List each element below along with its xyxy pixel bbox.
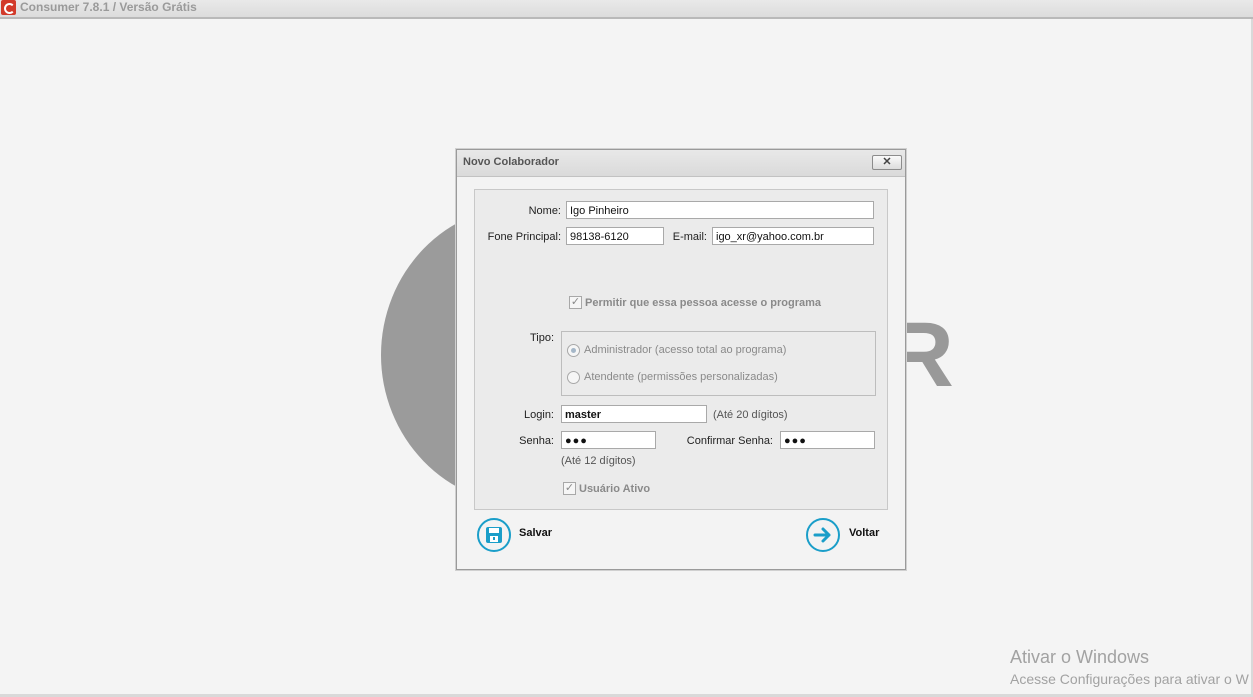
salvar-label: Salvar	[519, 527, 553, 539]
nome-input[interactable]: Igo Pinheiro	[566, 201, 874, 219]
dialog-titlebar: Novo Colaborador ✕	[457, 150, 905, 177]
login-label: Login:	[524, 409, 554, 421]
arrow-right-icon	[806, 518, 840, 552]
voltar-label: Voltar	[849, 527, 880, 539]
confirmar-senha-input[interactable]: ●●●	[780, 431, 875, 449]
senha-input[interactable]: ●●●	[561, 431, 656, 449]
administrador-radio[interactable]	[567, 344, 580, 357]
usuario-ativo-label: Usuário Ativo	[579, 483, 651, 495]
app-logo-icon	[1, 0, 16, 15]
voltar-button[interactable]: Voltar	[806, 518, 896, 552]
app-title: Consumer 7.8.1 / Versão Grátis	[20, 0, 197, 14]
nome-label: Nome:	[528, 205, 561, 217]
windows-activation-title: Ativar o Windows	[1010, 647, 1150, 667]
close-button[interactable]: ✕	[872, 155, 902, 170]
permitir-acesso-label: Permitir que essa pessoa acesse o progra…	[585, 297, 822, 309]
fone-label: Fone Principal:	[487, 231, 561, 243]
usuario-ativo-checkbox[interactable]: ✓	[563, 482, 576, 495]
senha-hint: (Até 12 dígitos)	[561, 455, 636, 467]
fone-input[interactable]: 98138-6120	[566, 227, 664, 245]
app-titlebar: Consumer 7.8.1 / Versão Grátis	[0, 0, 1253, 19]
email-input[interactable]: igo_xr@yahoo.com.br	[712, 227, 874, 245]
novo-colaborador-dialog: Novo Colaborador ✕ Nome: Igo Pinheiro Fo…	[456, 149, 906, 570]
floppy-disk-icon	[477, 518, 511, 552]
email-label: E-mail:	[672, 231, 707, 243]
login-input[interactable]: master	[561, 405, 707, 423]
dialog-title: Novo Colaborador	[463, 156, 559, 168]
salvar-button[interactable]: Salvar	[477, 518, 567, 552]
windows-activation-subtitle: Acesse Configurações para ativar o W	[1010, 671, 1249, 687]
senha-label: Senha:	[519, 435, 554, 447]
permitir-acesso-checkbox[interactable]: ✓	[569, 296, 582, 309]
atendente-label: Atendente (permissões personalizadas)	[584, 371, 778, 383]
tipo-label: Tipo:	[529, 332, 554, 344]
administrador-label: Administrador (acesso total ao programa)	[584, 344, 787, 356]
login-hint: (Até 20 dígitos)	[713, 409, 788, 421]
form-panel: Nome: Igo Pinheiro Fone Principal: 98138…	[474, 189, 888, 510]
atendente-radio[interactable]	[567, 371, 580, 384]
confirmar-senha-label: Confirmar Senha:	[686, 435, 773, 447]
tipo-group: Administrador (acesso total ao programa)…	[561, 331, 876, 396]
